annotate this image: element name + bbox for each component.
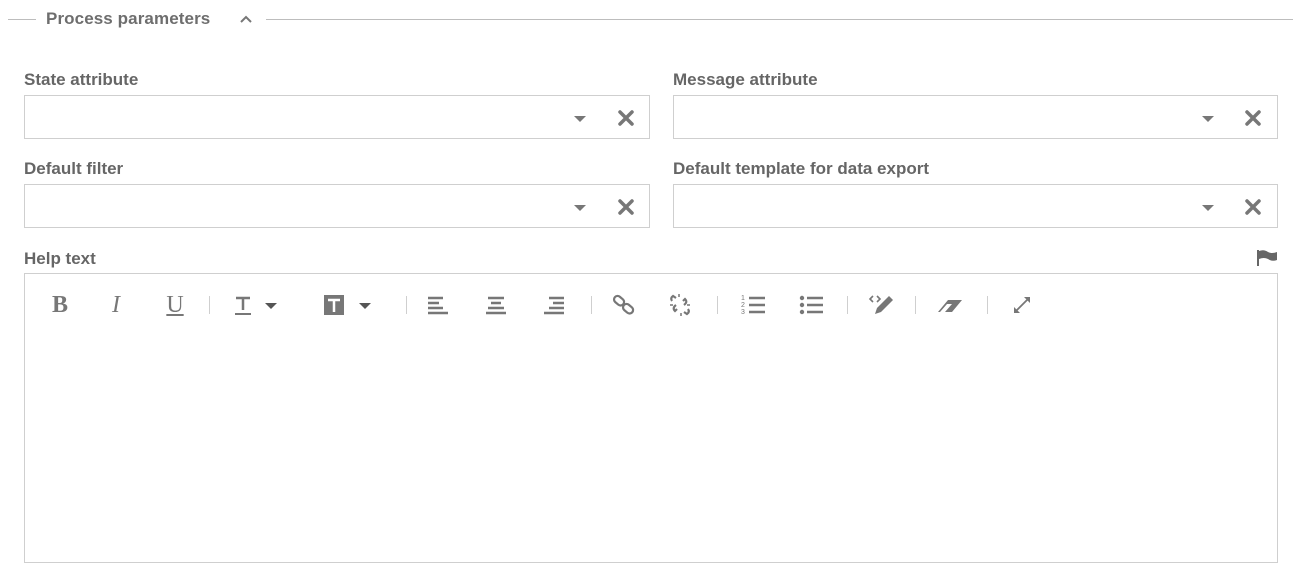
caret-down-icon xyxy=(1202,205,1214,211)
clear-formatting-button[interactable] xyxy=(935,292,965,318)
dropdown-arrow[interactable] xyxy=(572,199,588,215)
caret-down-icon xyxy=(1202,116,1214,122)
align-right-icon xyxy=(544,296,564,315)
toolbar-separator xyxy=(847,296,848,314)
text-color-icon xyxy=(235,296,277,315)
section-title: Process parameters xyxy=(46,9,211,28)
align-center-icon xyxy=(486,296,506,315)
close-icon xyxy=(618,110,634,126)
help-text-label: Help text xyxy=(24,249,96,268)
svg-text:1: 1 xyxy=(741,295,745,302)
clear-button[interactable] xyxy=(617,198,635,216)
clear-button[interactable] xyxy=(617,109,635,127)
unordered-list-icon xyxy=(799,295,823,315)
fullscreen-button[interactable] xyxy=(1009,292,1035,318)
dropdown-arrow[interactable] xyxy=(1200,199,1216,215)
align-left-icon xyxy=(428,296,448,315)
svg-text:2: 2 xyxy=(741,302,745,309)
message-attribute-select[interactable] xyxy=(673,95,1278,139)
collapse-toggle[interactable] xyxy=(236,8,256,30)
section-header: Process parameters xyxy=(0,8,1293,30)
help-text-content[interactable] xyxy=(25,336,1277,562)
divider-left xyxy=(8,19,36,20)
link-icon xyxy=(612,294,635,315)
clear-button[interactable] xyxy=(1244,109,1262,127)
align-right-button[interactable] xyxy=(541,292,567,318)
unlink-icon xyxy=(670,294,690,316)
close-icon xyxy=(1245,199,1261,215)
dropdown-arrow[interactable] xyxy=(572,110,588,126)
close-icon xyxy=(618,199,634,215)
toolbar-separator xyxy=(987,296,988,314)
italic-button[interactable]: I xyxy=(105,292,127,318)
toolbar-separator xyxy=(209,296,210,314)
help-text-editor[interactable]: B I U 1 2 3 xyxy=(24,273,1278,563)
text-color-button[interactable] xyxy=(231,292,287,318)
expand-icon xyxy=(1014,297,1030,313)
toolbar-separator xyxy=(717,296,718,314)
insert-link-button[interactable] xyxy=(611,292,637,318)
align-left-button[interactable] xyxy=(425,292,451,318)
toolbar-separator xyxy=(406,296,407,314)
translation-flag-button[interactable] xyxy=(1256,249,1278,267)
unordered-list-button[interactable] xyxy=(797,292,825,318)
ordered-list-icon: 1 2 3 xyxy=(741,295,765,316)
default-filter-select[interactable] xyxy=(24,184,650,228)
toolbar-separator xyxy=(915,296,916,314)
default-filter-label: Default filter xyxy=(24,159,124,178)
flag-icon xyxy=(1257,250,1277,266)
clear-button[interactable] xyxy=(1244,198,1262,216)
state-attribute-label: State attribute xyxy=(24,70,139,89)
background-color-icon xyxy=(324,295,371,315)
caret-down-icon xyxy=(574,116,586,122)
toolbar-separator xyxy=(591,296,592,314)
align-center-button[interactable] xyxy=(483,292,509,318)
code-pencil-icon xyxy=(868,295,893,314)
caret-down-icon xyxy=(574,205,586,211)
default-template-label: Default template for data export xyxy=(673,159,929,178)
eraser-icon xyxy=(938,300,962,312)
background-color-button[interactable] xyxy=(321,292,377,318)
ordered-list-button[interactable]: 1 2 3 xyxy=(739,292,767,318)
default-template-select[interactable] xyxy=(673,184,1278,228)
close-icon xyxy=(1245,110,1261,126)
remove-link-button[interactable] xyxy=(667,292,693,318)
code-view-button[interactable] xyxy=(867,292,895,318)
editor-toolbar: B I U 1 2 3 xyxy=(25,274,1277,336)
underline-button[interactable]: U xyxy=(163,292,187,318)
svg-text:3: 3 xyxy=(741,309,745,316)
state-attribute-select[interactable] xyxy=(24,95,650,139)
chevron-up-icon xyxy=(240,15,252,23)
dropdown-arrow[interactable] xyxy=(1200,110,1216,126)
bold-button[interactable]: B xyxy=(49,292,71,318)
divider-right xyxy=(266,19,1293,20)
message-attribute-label: Message attribute xyxy=(673,70,818,89)
